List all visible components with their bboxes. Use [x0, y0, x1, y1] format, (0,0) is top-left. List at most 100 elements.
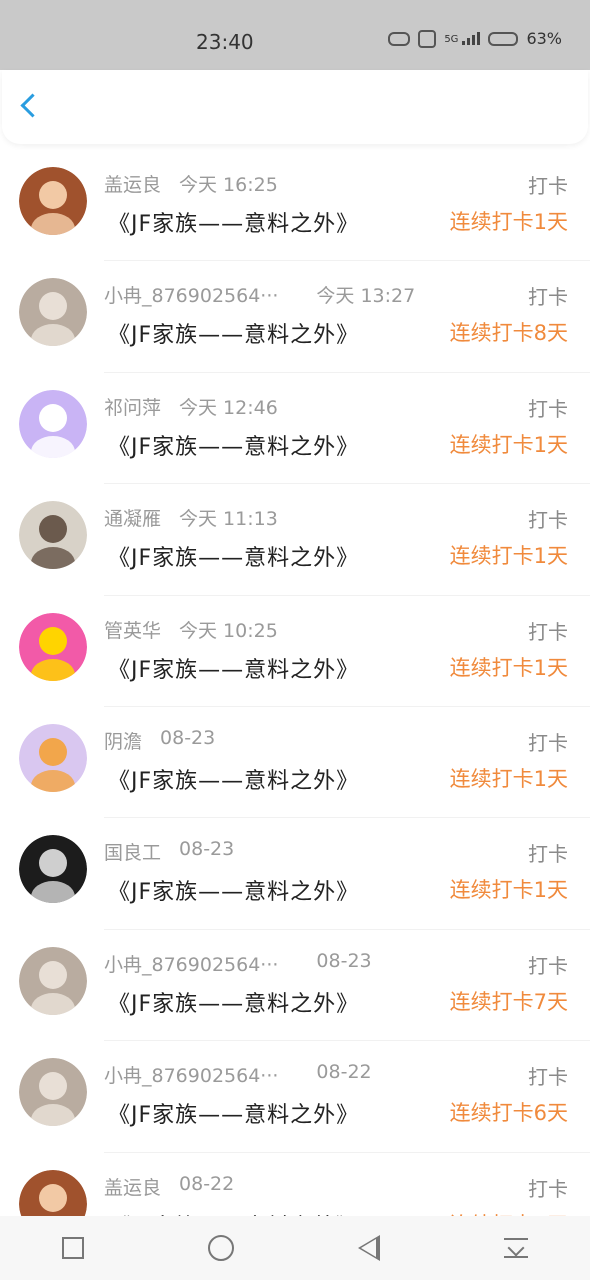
avatar-image	[19, 946, 87, 1015]
avatar-image	[19, 1058, 87, 1127]
post-time: 今天 10:25	[179, 619, 278, 642]
book-title[interactable]: 《JF家族——意料之外》	[108, 206, 359, 238]
post-time: 今天 13:27	[316, 285, 416, 308]
streak-count: 连续打卡6天	[449, 1101, 568, 1126]
avatar-image	[19, 1169, 87, 1216]
avatar[interactable]	[19, 835, 87, 904]
book-title[interactable]: 《JF家族——意料之外》	[108, 874, 359, 906]
signal-icon: 5G	[444, 32, 481, 45]
avatar[interactable]	[19, 167, 87, 235]
post-time: 08-22	[179, 1172, 235, 1195]
avatar-image	[19, 278, 87, 347]
avatar[interactable]	[19, 389, 87, 458]
book-title[interactable]: 《JF家族——意料之外》	[108, 986, 359, 1018]
item-meta: 通凝雁 今天 11:13	[104, 504, 278, 531]
book-title[interactable]: 《JF家族——意料之外》	[108, 429, 359, 461]
user-name[interactable]: 盖运良	[104, 170, 161, 197]
post-time: 08-23	[316, 949, 372, 972]
checkin-label: 打卡	[528, 396, 568, 421]
avatar-image	[19, 501, 87, 570]
home-icon[interactable]	[208, 1235, 234, 1261]
back-icon[interactable]	[358, 1235, 380, 1261]
streak-count: 连续打卡1天	[449, 432, 568, 457]
list-item[interactable]: 祁问萍 今天 12:46 打卡 《JF家族——意料之外》 连续打卡1天	[0, 373, 590, 485]
book-title[interactable]: 《JF家族——意料之外》	[108, 1209, 359, 1216]
checkin-label: 打卡	[528, 730, 568, 755]
user-name[interactable]: 国良工	[104, 838, 161, 865]
status-time: 23:40	[196, 30, 254, 54]
item-meta: 小冉_876902564··· 08-23	[104, 950, 372, 977]
avatar[interactable]	[19, 501, 87, 570]
notification-pull-icon[interactable]	[504, 1236, 528, 1260]
avatar-image	[19, 723, 87, 792]
streak-count: 连续打卡1天	[449, 766, 568, 791]
list-item[interactable]: 通凝雁 今天 11:13 打卡 《JF家族——意料之外》 连续打卡1天	[0, 484, 590, 596]
checkin-list: 盖运良 今天 16:25 打卡 《JF家族——意料之外》 连续打卡1天 小冉_8…	[0, 150, 590, 1216]
avatar-image	[19, 835, 87, 904]
network-type: 5G	[444, 34, 459, 45]
checkin-label: 打卡	[528, 174, 568, 198]
avatar[interactable]	[19, 946, 87, 1015]
item-meta: 管英华 今天 10:25	[104, 616, 278, 643]
post-time: 08-23	[179, 838, 235, 861]
list-item[interactable]: 阴澹 08-23 打卡 《JF家族——意料之外》 连续打卡1天	[0, 707, 590, 819]
user-name[interactable]: 通凝雁	[104, 504, 161, 531]
avatar-image	[19, 612, 87, 681]
item-meta: 祁问萍 今天 12:46	[104, 393, 278, 420]
avatar[interactable]	[19, 278, 87, 347]
book-title[interactable]: 《JF家族——意料之外》	[108, 652, 359, 684]
user-name[interactable]: 小冉_876902564···	[104, 950, 278, 977]
avatar-image	[19, 167, 87, 235]
chevron-left-icon[interactable]	[20, 93, 45, 118]
checkin-label: 打卡	[528, 508, 568, 533]
list-item[interactable]: 小冉_876902564··· 今天 13:27 打卡 《JF家族——意料之外》…	[0, 261, 590, 373]
status-bar: 23:40 5G 63%	[0, 0, 590, 70]
list-item[interactable]: 盖运良 今天 16:25 打卡 《JF家族——意料之外》 连续打卡1天	[0, 150, 590, 262]
avatar-image	[19, 389, 87, 458]
streak-count: 连续打卡1天	[449, 210, 568, 234]
checkin-label: 打卡	[528, 619, 568, 644]
wifi-icon	[418, 29, 437, 48]
battery-icon	[488, 31, 519, 46]
streak-count: 连续打卡7天	[449, 989, 568, 1014]
post-time: 08-23	[160, 726, 216, 749]
user-name[interactable]: 祁问萍	[104, 393, 161, 420]
item-meta: 盖运良 今天 16:25	[104, 170, 278, 197]
checkin-label: 打卡	[528, 842, 568, 867]
item-meta: 阴澹 08-23	[104, 727, 215, 754]
user-name[interactable]: 盖运良	[104, 1173, 161, 1200]
checkin-label: 打卡	[528, 1065, 568, 1090]
book-title[interactable]: 《JF家族——意料之外》	[108, 1097, 359, 1129]
post-time: 今天 16:25	[179, 174, 278, 196]
item-meta: 盖运良 08-22	[104, 1173, 234, 1200]
streak-count: 连续打卡1天	[449, 544, 568, 569]
list-item[interactable]: 小冉_876902564··· 08-22 打卡 《JF家族——意料之外》 连续…	[0, 1041, 590, 1153]
avatar[interactable]	[19, 612, 87, 681]
list-item[interactable]: 盖运良 08-22 打卡 《JF家族——意料之外》 连续打卡1天	[0, 1153, 590, 1216]
recent-apps-icon[interactable]	[62, 1237, 84, 1259]
streak-count: 连续打卡1天	[449, 878, 568, 903]
post-time: 今天 12:46	[179, 396, 278, 419]
book-title[interactable]: 《JF家族——意料之外》	[108, 540, 359, 572]
book-title[interactable]: 《JF家族——意料之外》	[108, 763, 359, 795]
user-name[interactable]: 小冉_876902564···	[104, 281, 278, 308]
list-item[interactable]: 国良工 08-23 打卡 《JF家族——意料之外》 连续打卡1天	[0, 818, 590, 930]
avatar[interactable]	[19, 1058, 87, 1127]
item-meta: 国良工 08-23	[104, 838, 234, 865]
user-name[interactable]: 阴澹	[104, 727, 142, 754]
streak-count: 连续打卡8天	[449, 321, 568, 346]
status-icons: 5G 63%	[388, 29, 562, 48]
list-item[interactable]: 小冉_876902564··· 08-23 打卡 《JF家族——意料之外》 连续…	[0, 930, 590, 1042]
post-time: 今天 11:13	[179, 508, 278, 531]
avatar[interactable]	[19, 1169, 87, 1216]
list-item[interactable]: 管英华 今天 10:25 打卡 《JF家族——意料之外》 连续打卡1天	[0, 596, 590, 707]
book-title[interactable]: 《JF家族——意料之外》	[108, 317, 359, 349]
page-header	[2, 70, 588, 144]
avatar[interactable]	[19, 723, 87, 792]
user-name[interactable]: 小冉_876902564···	[104, 1061, 278, 1088]
vr-glasses-icon	[388, 31, 411, 46]
streak-count: 连续打卡1天	[449, 655, 568, 680]
user-name[interactable]: 管英华	[104, 616, 161, 643]
post-time: 08-22	[316, 1061, 372, 1084]
checkin-label: 打卡	[528, 285, 568, 310]
